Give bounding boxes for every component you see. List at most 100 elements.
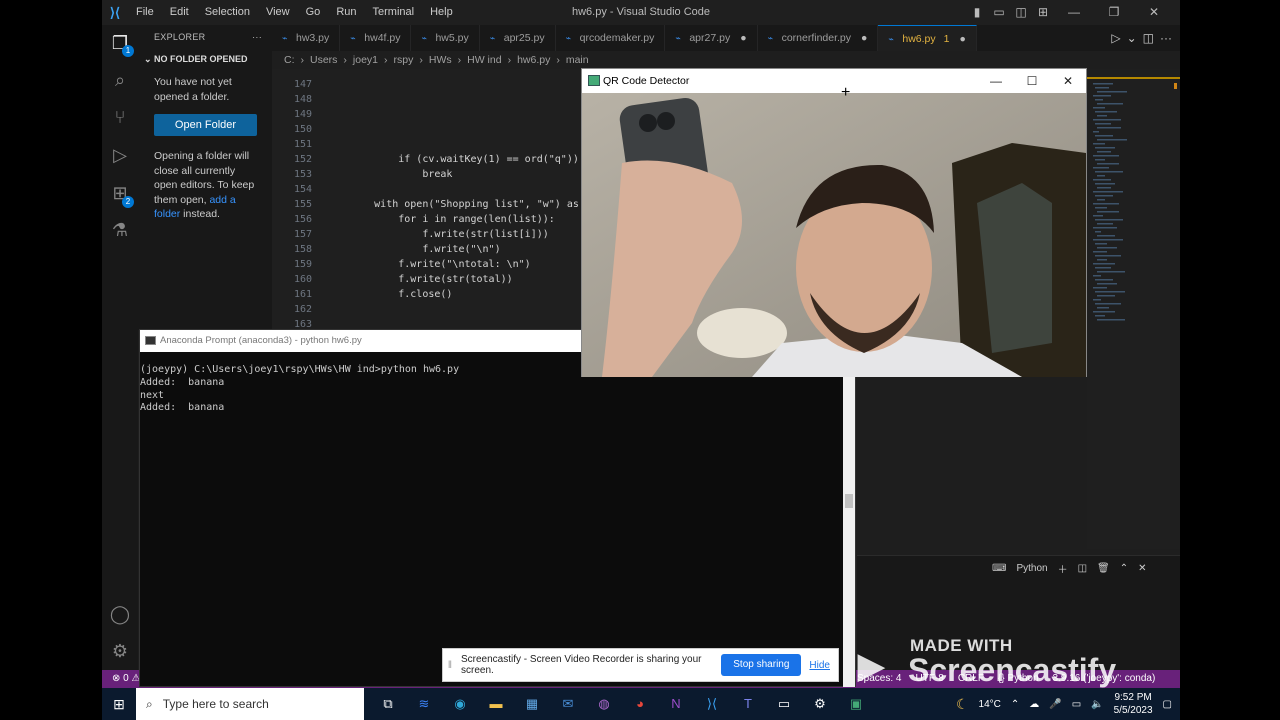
qr-detector-window[interactable]: QR Code Detector — ☐ ✕ — [581, 68, 1087, 377]
terminal-name[interactable]: Python — [1016, 563, 1047, 574]
chevron-up-icon[interactable]: ⌃ — [1011, 699, 1019, 710]
menu-file[interactable]: File — [128, 0, 162, 25]
breadcrumb-item[interactable]: HW ind — [467, 51, 501, 69]
hide-link[interactable]: Hide — [809, 660, 830, 671]
customize-layout-icon[interactable]: ⊞ — [1032, 0, 1054, 25]
taskbar-search[interactable]: ⌕ Type here to search — [136, 688, 364, 720]
onedrive-icon[interactable]: ☁ — [1029, 699, 1039, 710]
more-actions-icon[interactable]: ··· — [1160, 31, 1172, 45]
minimap-line — [1097, 103, 1123, 105]
chrome-icon[interactable]: ◕ — [622, 688, 658, 720]
widgets-icon[interactable]: ≋ — [406, 688, 442, 720]
python-file-icon: ⌁ — [489, 33, 496, 43]
menu-run[interactable]: Run — [328, 0, 364, 25]
menu-edit[interactable]: Edit — [162, 0, 197, 25]
chevron-down-icon[interactable]: ⌄ — [1127, 31, 1137, 45]
stop-sharing-button[interactable]: Stop sharing — [721, 654, 802, 676]
maximize-panel-icon[interactable]: ⌃ — [1120, 563, 1128, 574]
line-number: 148 — [293, 94, 312, 105]
minimize-button[interactable]: — — [1054, 0, 1094, 25]
settings-gear-icon[interactable]: ⚙ — [802, 688, 838, 720]
toggle-sidebar-icon[interactable]: ▮ — [966, 0, 988, 25]
app-icon[interactable]: ◍ — [586, 688, 622, 720]
line-code: break — [326, 169, 453, 180]
no-folder-section[interactable]: ⌄ NO FOLDER OPENED — [138, 49, 272, 69]
qr-title-bar[interactable]: QR Code Detector — ☐ ✕ — [582, 69, 1086, 93]
vscode-icon[interactable]: ⟩⟨ — [694, 688, 730, 720]
run-python-icon[interactable]: ▷ — [1111, 31, 1120, 45]
breadcrumb-item[interactable]: C: — [284, 51, 295, 69]
toggle-secondary-sidebar-icon[interactable]: ◫ — [1010, 0, 1032, 25]
search-icon[interactable]: ⌕ — [108, 68, 132, 92]
breadcrumb-item[interactable]: hw6.py — [517, 51, 550, 69]
minimize-button[interactable]: — — [978, 69, 1014, 93]
editor-tabs: ⌁ hw3.py ⌁ hw4f.py ⌁ hw5.py ⌁ apr25.py ⌁ qrcodema… — [272, 25, 1180, 51]
tab-hw4f-py[interactable]: ⌁ hw4f.py — [340, 25, 412, 51]
unsaved-dot-icon[interactable]: ● — [740, 32, 746, 44]
volume-icon[interactable]: 🔈 — [1091, 699, 1103, 710]
weather-temp[interactable]: 14°C — [979, 699, 1001, 710]
close-button[interactable]: ✕ — [1050, 69, 1086, 93]
search-icon: ⌕ — [146, 696, 153, 711]
prompt-scrollbar[interactable] — [843, 352, 855, 687]
minimap-line — [1097, 271, 1125, 273]
file-explorer-icon[interactable]: ▬ — [478, 688, 514, 720]
task-view-icon[interactable]: ⧉ — [370, 688, 406, 720]
unsaved-dot-icon[interactable]: ● — [861, 32, 867, 44]
accounts-icon[interactable]: ◯ — [108, 602, 132, 626]
terminal-icon[interactable]: ▭ — [766, 688, 802, 720]
restore-button[interactable]: ❐ — [1094, 0, 1134, 25]
split-terminal-icon[interactable]: ◫ — [1078, 563, 1087, 574]
drag-handle-icon[interactable]: ‖ — [443, 660, 457, 671]
unsaved-dot-icon[interactable]: ● — [960, 33, 966, 45]
clock[interactable]: 9:52 PM 5/5/2023 — [1114, 691, 1153, 717]
tab-cornerfinder-py[interactable]: ⌁ cornerfinder.py ● — [758, 25, 879, 51]
run-debug-icon[interactable]: ▷ — [108, 143, 132, 167]
menu-go[interactable]: Go — [298, 0, 329, 25]
scroll-thumb[interactable] — [845, 494, 853, 508]
close-panel-icon[interactable]: ✕ — [1138, 563, 1146, 574]
new-terminal-icon[interactable]: ＋ — [1058, 561, 1068, 576]
testing-icon[interactable]: ⚗ — [108, 218, 132, 242]
teams-icon[interactable]: T — [730, 688, 766, 720]
minimap[interactable] — [1087, 69, 1180, 549]
breadcrumb-item[interactable]: joey1 — [353, 51, 378, 69]
mic-icon[interactable]: 🎤 — [1049, 699, 1061, 710]
more-actions-icon[interactable]: ··· — [252, 25, 262, 49]
breadcrumb-item[interactable]: main — [566, 51, 589, 69]
notifications-icon[interactable]: ▢ — [1163, 699, 1172, 710]
store-icon[interactable]: ▦ — [514, 688, 550, 720]
breadcrumb-item[interactable]: Users — [310, 51, 337, 69]
toggle-panel-icon[interactable]: ▭ — [988, 0, 1010, 25]
breadcrumb-item[interactable]: HWs — [429, 51, 452, 69]
tab-apr25-py[interactable]: ⌁ apr25.py — [480, 25, 556, 51]
split-editor-icon[interactable]: ◫ — [1143, 31, 1154, 45]
menu-help[interactable]: Help — [422, 0, 461, 25]
tab-hw3-py[interactable]: ⌁ hw3.py — [272, 25, 341, 51]
mail-icon[interactable]: ✉ — [550, 688, 586, 720]
onenote-icon[interactable]: N — [658, 688, 694, 720]
manage-gear-icon[interactable]: ⚙ — [108, 639, 132, 663]
folder-note: Opening a folder will close all currentl… — [138, 136, 272, 222]
battery-icon[interactable]: ▭ — [1072, 699, 1081, 710]
breadcrumb-item[interactable]: rspy — [394, 51, 414, 69]
anaconda-prompt-window[interactable]: Anaconda Prompt (anaconda3) - python hw6… — [139, 329, 856, 687]
menu-terminal[interactable]: Terminal — [365, 0, 423, 25]
menu-view[interactable]: View — [258, 0, 298, 25]
minimap-line — [1097, 163, 1119, 165]
open-folder-button[interactable]: Open Folder — [154, 114, 257, 136]
problems-status[interactable]: ⊗ 0 ⚠ — [112, 670, 140, 688]
menu-selection[interactable]: Selection — [197, 0, 258, 25]
edge-icon[interactable]: ◉ — [442, 688, 478, 720]
trash-icon[interactable]: 🗑 — [1097, 563, 1110, 574]
tab-apr27-py[interactable]: ⌁ apr27.py ● — [665, 25, 758, 51]
tab-hw6-py[interactable]: ⌁ hw6.py 1 ● — [878, 25, 977, 51]
opencv-window-icon[interactable]: ▣ — [838, 688, 874, 720]
system-tray: ☾ 14°C ⌃ ☁ 🎤 ▭ 🔈 9:52 PM 5/5/2023 ▢ — [956, 688, 1172, 720]
source-control-icon[interactable]: ⑂ — [108, 105, 132, 129]
close-button[interactable]: ✕ — [1134, 0, 1174, 25]
tab-qrcodemaker-py[interactable]: ⌁ qrcodemaker.py — [556, 25, 666, 51]
maximize-button[interactable]: ☐ — [1014, 69, 1050, 93]
windows-start-icon[interactable]: ⊞ — [102, 696, 136, 713]
tab-hw5-py[interactable]: ⌁ hw5.py — [411, 25, 480, 51]
